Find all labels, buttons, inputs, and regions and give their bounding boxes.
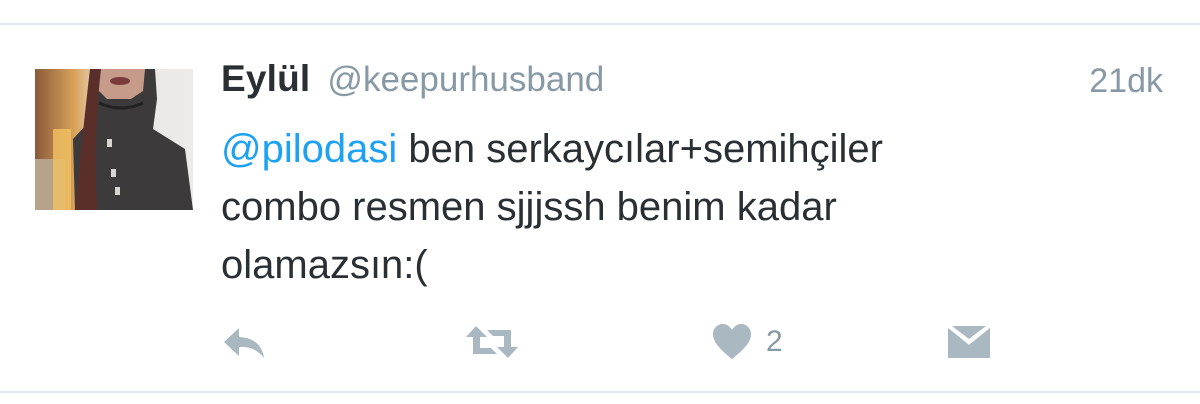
avatar[interactable]: [35, 69, 193, 210]
tweet-actions: 2: [0, 318, 1200, 366]
mention-link[interactable]: @pilodasi: [221, 127, 397, 171]
tweet-header: Eylül @keepurhusband: [221, 58, 604, 108]
like-count: 2: [766, 325, 783, 358]
retweet-button[interactable]: [465, 318, 519, 366]
like-button[interactable]: 2: [712, 318, 783, 366]
bottom-divider: [0, 391, 1200, 393]
tweet-text-line-3: olamazsın:(: [221, 243, 428, 287]
envelope-icon: [947, 324, 991, 358]
heart-icon: [713, 324, 751, 359]
direct-message-button[interactable]: [947, 318, 991, 366]
tweet-screen: Eylül @keepurhusband 21dk @pilodasi ben …: [0, 0, 1200, 404]
tweet-timestamp[interactable]: 21dk: [1089, 62, 1163, 101]
retweet-icon: [466, 326, 518, 358]
user-handle[interactable]: @keepurhusband: [327, 60, 604, 100]
top-divider: [0, 23, 1200, 25]
tweet-text-segment: ben serkaycılar+semihçiler: [397, 127, 883, 171]
tweet-text-line-2: combo resmen sjjjssh benim kadar: [221, 185, 837, 229]
tweet-text: @pilodasi ben serkaycılar+semihçiler com…: [221, 120, 1121, 294]
tweet-text-line-1: @pilodasi ben serkaycılar+semihçiler: [221, 120, 1121, 178]
reply-button[interactable]: [221, 318, 267, 366]
avatar-photo: [35, 69, 193, 210]
display-name[interactable]: Eylül: [221, 58, 310, 100]
reply-icon: [224, 328, 264, 358]
